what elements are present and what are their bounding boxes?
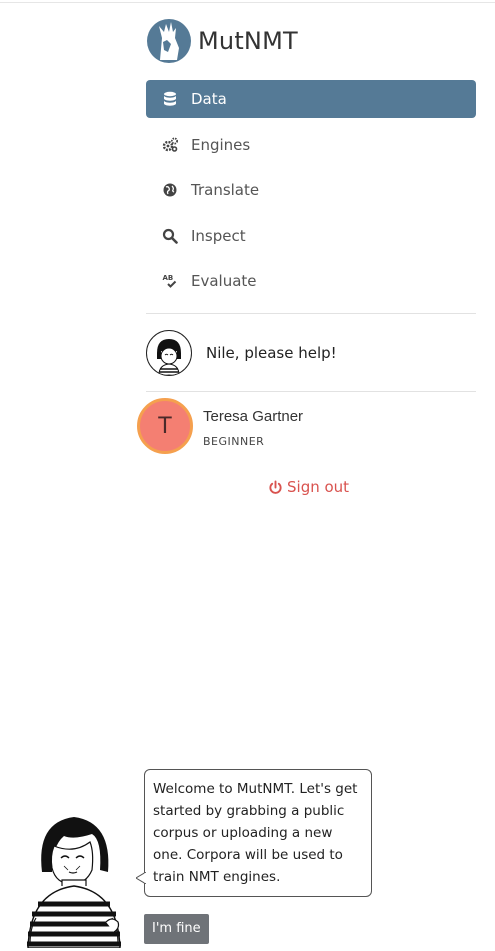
user-info: Teresa Gartner BEGINNER <box>203 398 303 448</box>
help-link[interactable]: Nile, please help! <box>146 330 337 376</box>
nav-item-engines[interactable]: Engines <box>146 126 476 164</box>
tour-message: Welcome to MutNMT. Let's get started by … <box>153 781 358 885</box>
user-name: Teresa Gartner <box>203 408 304 425</box>
gears-icon <box>161 136 179 154</box>
sidebar-nav: Data Engines Translate Inspect AB Evalua… <box>146 80 476 308</box>
nav-item-label: Engines <box>191 135 251 154</box>
nile-illustration <box>27 817 121 948</box>
nav-item-label: Evaluate <box>191 272 257 290</box>
nav-divider <box>146 313 476 314</box>
help-divider <box>146 391 476 392</box>
nav-item-label: Translate <box>191 181 260 199</box>
nav-item-evaluate[interactable]: AB Evaluate <box>146 262 476 300</box>
im-fine-button[interactable]: I'm fine <box>144 914 209 944</box>
mutnmt-logo-icon <box>147 19 191 63</box>
help-label: Nile, please help! <box>206 344 337 362</box>
top-divider <box>0 2 495 3</box>
brand-name: MutNMT <box>198 27 298 55</box>
nav-item-data[interactable]: Data <box>146 80 476 118</box>
user-panel: T Teresa Gartner BEGINNER <box>137 398 303 454</box>
brand[interactable]: MutNMT <box>146 17 298 65</box>
spell-check-icon: AB <box>161 272 179 290</box>
power-icon <box>269 479 282 494</box>
nav-item-inspect[interactable]: Inspect <box>146 217 476 255</box>
globe-icon <box>161 181 179 199</box>
database-icon <box>161 90 179 108</box>
sign-out-link[interactable]: Sign out <box>268 478 349 496</box>
svg-text:AB: AB <box>163 274 174 282</box>
search-icon <box>161 227 179 245</box>
sign-out-label: Sign out <box>287 478 350 496</box>
nile-avatar <box>146 330 192 376</box>
avatar[interactable]: T <box>137 398 193 454</box>
nav-item-label: Data <box>191 90 227 108</box>
nav-item-translate[interactable]: Translate <box>146 171 476 209</box>
tour-message-bubble: Welcome to MutNMT. Let's get started by … <box>144 769 372 897</box>
user-level-badge: BEGINNER <box>203 435 265 448</box>
nav-item-label: Inspect <box>191 226 246 245</box>
bubble-tail <box>136 872 146 884</box>
